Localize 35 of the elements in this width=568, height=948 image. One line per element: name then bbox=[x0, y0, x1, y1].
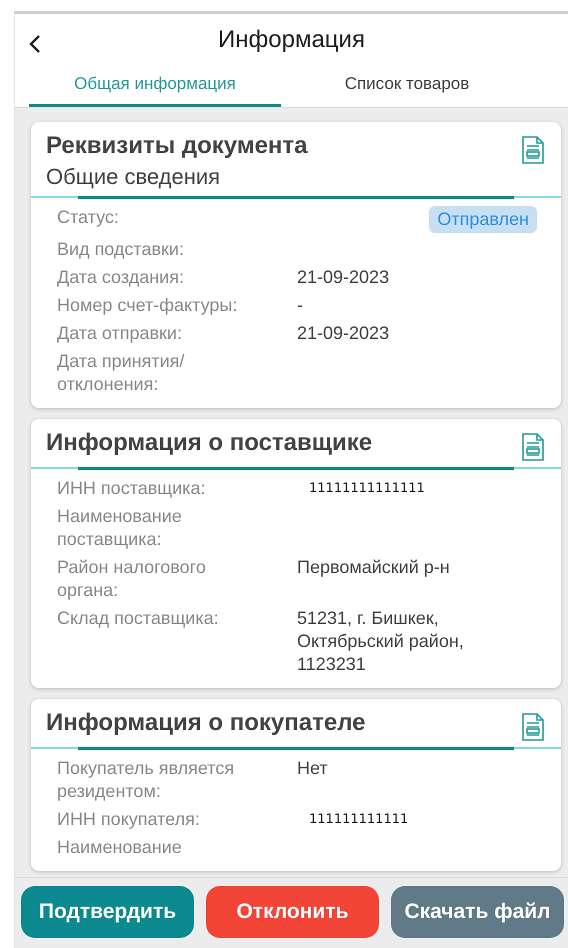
field-label: Дата принятия/ отклонения: bbox=[57, 350, 186, 396]
document-icon[interactable] bbox=[521, 713, 545, 741]
card-title: Реквизиты документа bbox=[46, 132, 308, 160]
field-label: Статус: bbox=[57, 206, 120, 229]
field-value: - bbox=[297, 294, 304, 317]
document-icon[interactable] bbox=[521, 433, 545, 461]
field-label: Наименование поставщика: bbox=[57, 505, 183, 551]
download-button[interactable]: Скачать файл bbox=[391, 886, 564, 938]
status-badge: Отправлен bbox=[429, 206, 537, 233]
field-label: Покупатель является резидентом: bbox=[57, 757, 236, 803]
field-label: Номер счет-фактуры: bbox=[57, 294, 238, 317]
field-label: ИНН покупателя: bbox=[57, 808, 201, 831]
document-icon[interactable] bbox=[521, 136, 545, 164]
field-label: Склад поставщика: bbox=[57, 607, 220, 630]
field-label: Дата отправки: bbox=[57, 322, 183, 345]
field-value: 51231, г. Бишкек, Октябрьский район, 1123231 bbox=[297, 607, 465, 676]
field-value: 11111111111111 bbox=[308, 480, 426, 498]
field-value: 111111111111 bbox=[308, 811, 410, 829]
confirm-button[interactable]: Подтвердить bbox=[21, 886, 194, 938]
field-label: Наименование bbox=[57, 836, 183, 859]
field-value: Нет bbox=[297, 757, 329, 780]
back-icon[interactable] bbox=[29, 34, 41, 54]
field-label: Дата создания: bbox=[57, 266, 185, 289]
card-subtitle: Общие сведения bbox=[46, 164, 222, 190]
card-title: Информация о поставщике bbox=[46, 429, 372, 457]
page-title: Информация bbox=[218, 26, 365, 54]
field-value: Первомайский р-н bbox=[297, 556, 451, 579]
field-label: Вид подставки: bbox=[57, 238, 185, 261]
field-label: Район налогового органа: bbox=[57, 556, 207, 602]
field-value: 21-09-2023 bbox=[297, 322, 390, 345]
tab[interactable]: Список товаров bbox=[281, 66, 533, 107]
field-value: 21-09-2023 bbox=[297, 266, 390, 289]
card-title: Информация о покупателе bbox=[46, 709, 366, 737]
field-label: ИНН поставщика: bbox=[57, 477, 206, 500]
reject-button[interactable]: Отклонить bbox=[206, 886, 379, 938]
